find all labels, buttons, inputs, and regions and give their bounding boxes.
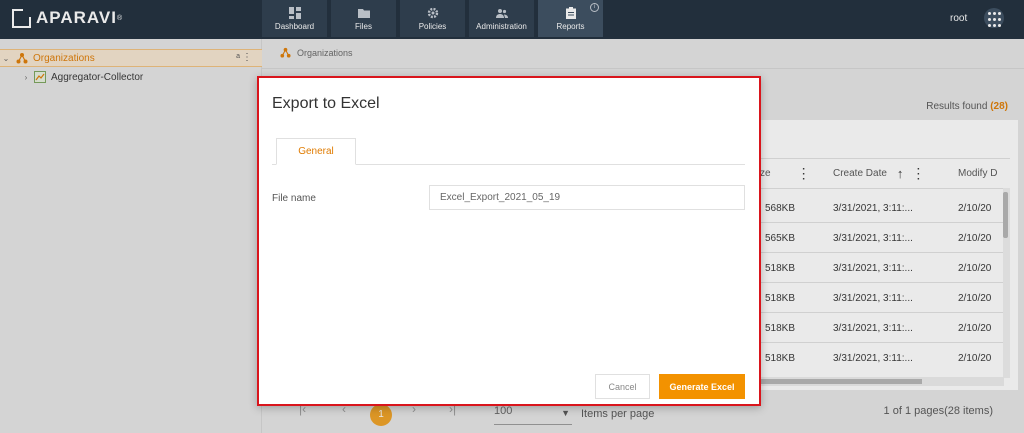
dialog-title: Export to Excel	[272, 95, 380, 112]
file-name-input[interactable]	[429, 185, 745, 210]
cancel-button[interactable]: Cancel	[595, 374, 650, 399]
file-name-label: File name	[272, 193, 316, 204]
generate-excel-button[interactable]: Generate Excel	[659, 374, 745, 399]
export-to-excel-dialog: Export to Excel General File name Cancel…	[257, 76, 761, 406]
tab-general[interactable]: General	[276, 138, 356, 165]
